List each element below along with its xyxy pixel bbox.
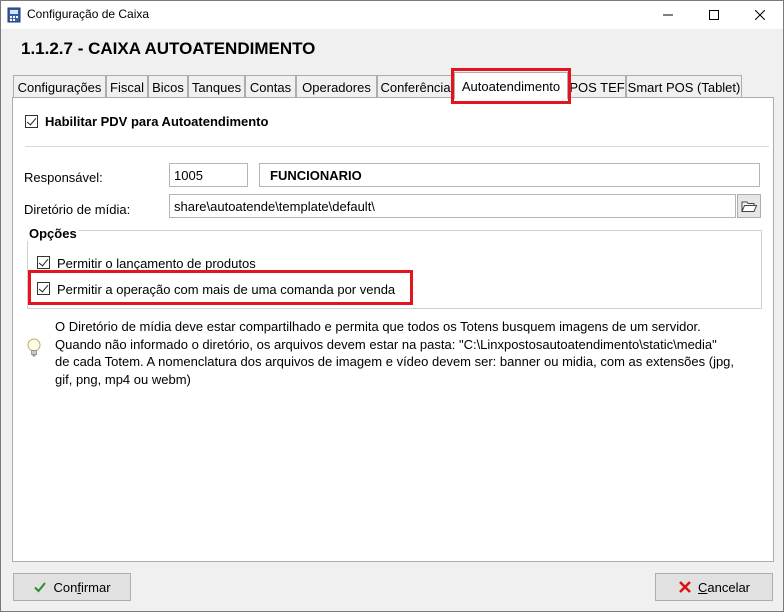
responsavel-code-input[interactable]: 1005 <box>169 163 248 187</box>
title-bar: Configuração de Caixa <box>1 1 783 29</box>
media-dir-info-text: O Diretório de mídia deve estar comparti… <box>55 318 755 388</box>
maximize-button[interactable] <box>691 1 737 29</box>
page-title: 1.1.2.7 - CAIXA AUTOATENDIMENTO <box>21 39 316 58</box>
responsavel-name-field: FUNCIONARIO <box>259 163 760 187</box>
app-icon <box>7 7 21 23</box>
tab-fiscal[interactable]: Fiscal <box>106 75 148 98</box>
tab-bicos[interactable]: Bicos <box>148 75 188 98</box>
tab-configuracoes[interactable]: Configurações <box>13 75 106 98</box>
tab-smart-pos[interactable]: Smart POS (Tablet) <box>626 75 742 98</box>
minimize-button[interactable] <box>645 1 691 29</box>
confirm-button[interactable]: Confirmar <box>13 573 131 601</box>
autoatendimento-panel: Habilitar PDV para Autoatendimento Respo… <box>12 97 774 562</box>
close-button[interactable] <box>737 1 783 29</box>
folder-icon <box>741 201 757 212</box>
dialog-window: Configuração de Caixa 1.1.2.7 - CAIXA AU… <box>0 0 784 612</box>
tab-highlight-box <box>451 68 571 104</box>
minimize-icon <box>663 14 673 16</box>
browse-folder-button[interactable] <box>737 194 761 218</box>
info-line: de cada Totem. A nomenclatura dos arquiv… <box>55 354 735 369</box>
x-icon <box>679 581 691 593</box>
info-line: gif, png, mp4 ou webm) <box>55 371 191 387</box>
close-icon <box>755 10 765 20</box>
allow-product-launch-checkbox[interactable] <box>37 256 50 269</box>
info-line: O Diretório de mídia deve estar comparti… <box>55 319 701 334</box>
divider <box>25 146 769 147</box>
cancel-label: Cancelar <box>697 579 751 595</box>
media-dir-label: Diretório de mídia: <box>24 202 131 217</box>
media-dir-input[interactable]: share\autoatende\template\default\ <box>169 194 736 218</box>
maximize-icon <box>709 10 719 20</box>
tab-operadores[interactable]: Operadores <box>296 75 377 98</box>
tab-conferencia[interactable]: Conferência <box>377 75 454 98</box>
window-title: Configuração de Caixa <box>27 7 150 21</box>
allow-product-launch-label: Permitir o lançamento de produtos <box>57 256 256 271</box>
enable-pdv-label: Habilitar PDV para Autoatendimento <box>45 114 269 129</box>
tab-tanques[interactable]: Tanques <box>188 75 245 98</box>
cancel-button[interactable]: Cancelar <box>655 573 773 601</box>
options-group-title: Opções <box>27 226 79 241</box>
confirm-label: Confirmar <box>53 579 111 595</box>
enable-pdv-checkbox[interactable] <box>25 115 38 128</box>
option-highlight-box <box>28 270 413 305</box>
responsavel-label: Responsável: <box>24 170 103 185</box>
lightbulb-icon <box>27 338 41 357</box>
check-icon <box>34 582 47 593</box>
tab-contas[interactable]: Contas <box>245 75 296 98</box>
tab-pos-tef[interactable]: POS TEF <box>568 75 626 98</box>
info-line: Quando não informado o diretório, os arq… <box>55 336 717 352</box>
